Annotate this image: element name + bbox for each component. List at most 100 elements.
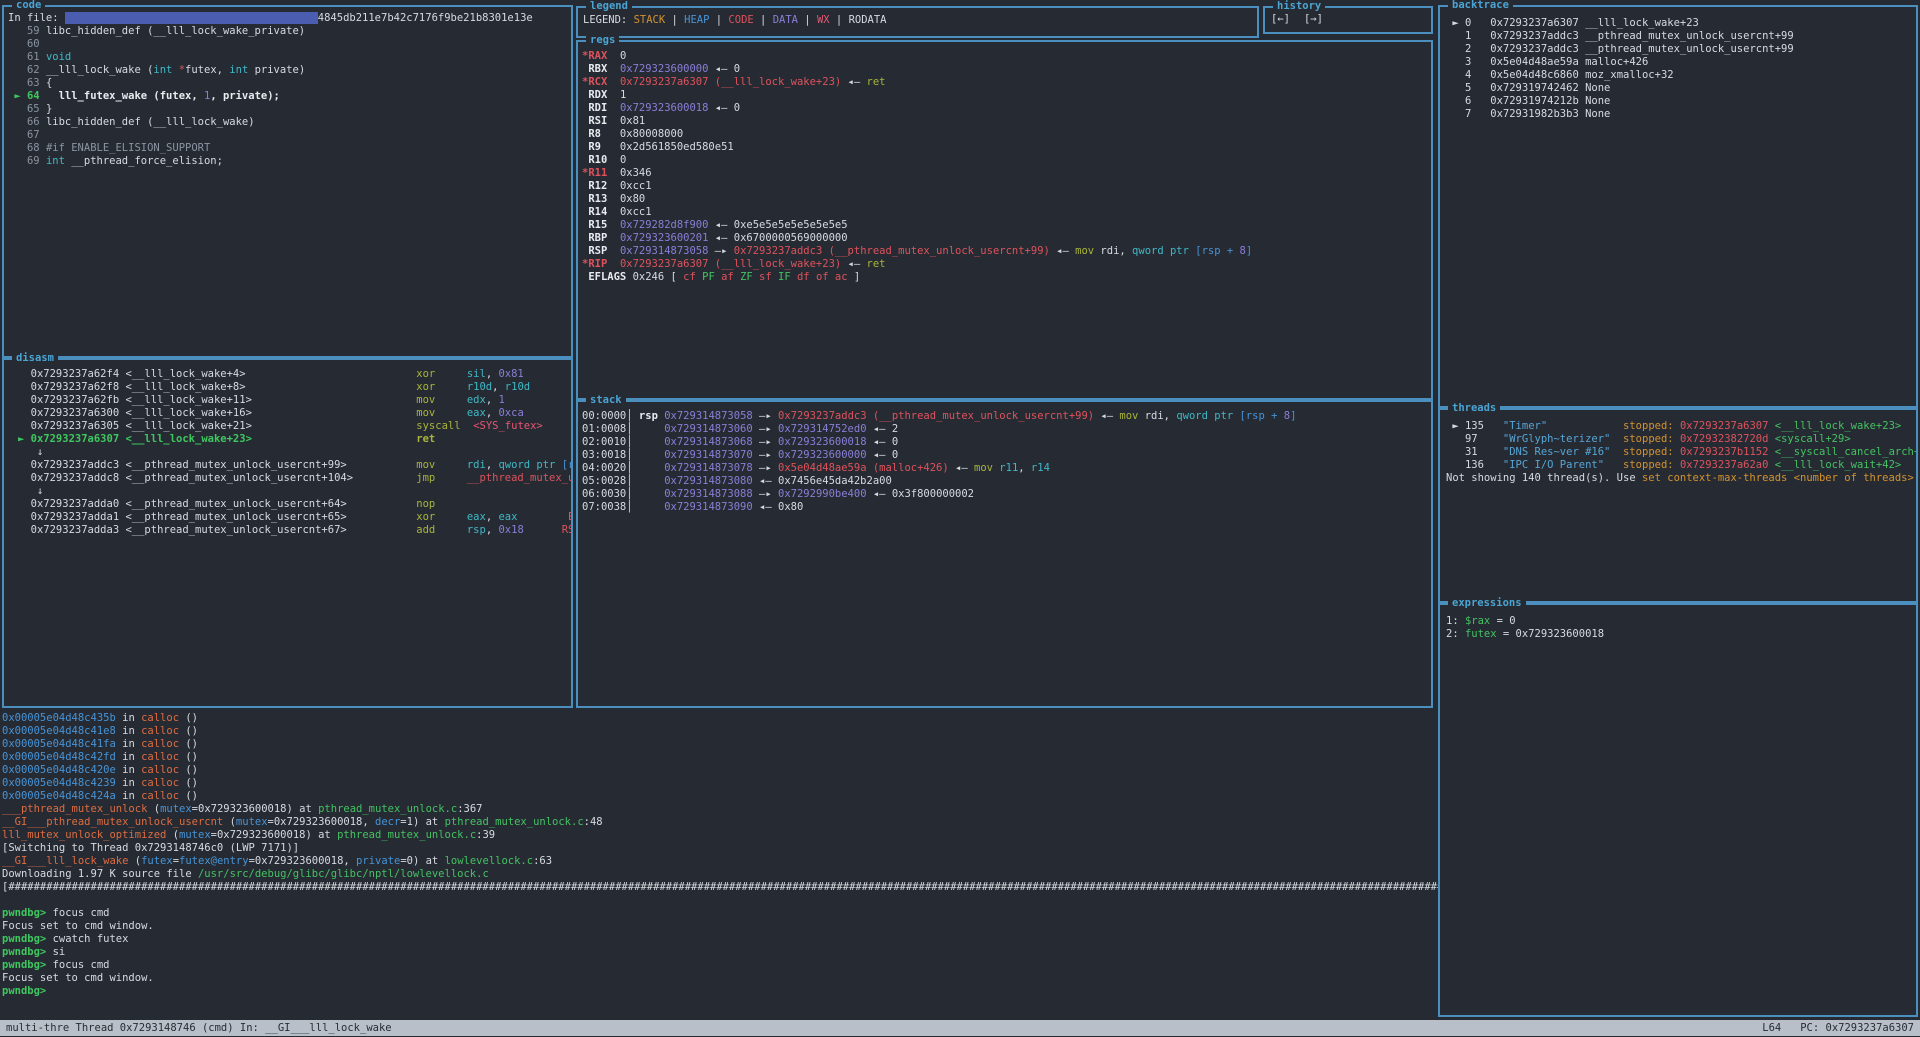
history-back-button[interactable]: [←]: [1271, 13, 1290, 26]
terminal-line: 0x7293237addc3 <__pthread_mutex_unlock_u…: [18, 459, 571, 472]
terminal-line: [Switching to Thread 0x7293148746c0 (LWP…: [2, 842, 1438, 855]
terminal-line: 06:0030│ 0x729314873088 —▸ 0x7292990be40…: [582, 488, 1431, 501]
status-bar-left: multi-thre Thread 0x7293148746 (cmd) In:…: [6, 1020, 392, 1036]
terminal-line: 0x7293237adda3 <__pthread_mutex_unlock_u…: [18, 524, 571, 537]
terminal-line: 65 }: [8, 103, 571, 116]
terminal-line: __GI___pthread_mutex_unlock_usercnt (mut…: [2, 816, 1438, 829]
terminal-line: *RIP 0x7293237a6307 (__lll_lock_wake+23)…: [582, 258, 1431, 271]
terminal-line: *RCX 0x7293237a6307 (__lll_lock_wake+23)…: [582, 76, 1431, 89]
terminal-line: ___pthread_mutex_unlock (mutex=0x7293236…: [2, 803, 1438, 816]
history-panel-title: history: [1273, 0, 1325, 13]
stack-panel: stack 00:0000│ rsp 0x729314873058 —▸ 0x7…: [576, 400, 1433, 708]
terminal-line: 68 #if ENABLE_ELISION_SUPPORT: [8, 142, 571, 155]
terminal-line: R9 0x2d561850ed580e51: [582, 141, 1431, 154]
pwndbg-terminal: code In file: 4845db211e7b42c7176f9be21b…: [0, 0, 1920, 1037]
terminal-line: R8 0x80008000: [582, 128, 1431, 141]
terminal-line: 3 0x5e04d48ae59a malloc+426: [1446, 56, 1916, 69]
terminal-line: 0x00005e04d48c42fd in calloc (): [2, 751, 1438, 764]
threads-panel: threads ► 135 "Timer" stopped: 0x7293237…: [1438, 408, 1918, 603]
terminal-line: 2 0x7293237addc3 __pthread_mutex_unlock_…: [1446, 43, 1916, 56]
disassembly-listing: 0x7293237a62f4 <__lll_lock_wake+4> xor s…: [4, 360, 571, 706]
terminal-line: 0x7293237a6305 <__lll_lock_wake+21> sysc…: [18, 420, 571, 433]
terminal-line: 0x00005e04d48c41e8 in calloc (): [2, 725, 1438, 738]
terminal-line: 0x00005e04d48c424a in calloc (): [2, 790, 1438, 803]
terminal-line: 0x00005e04d48c420e in calloc (): [2, 764, 1438, 777]
terminal-line: pwndbg> focus cmd: [2, 959, 1438, 972]
terminal-line: Focus set to cmd window.: [2, 972, 1438, 985]
status-bar-right: L64 PC: 0x7293237a6307: [1762, 1020, 1914, 1036]
terminal-line: R12 0xcc1: [582, 180, 1431, 193]
terminal-line: 97 "WrGlyph~terizer" stopped: 0x72932382…: [1446, 433, 1876, 446]
terminal-line: R14 0xcc1: [582, 206, 1431, 219]
terminal-line: RBP 0x729323600201 ◂— 0x6700000569000000: [582, 232, 1431, 245]
registers-panel: regs *RAX 0 RBX 0x729323600000 ◂— 0*RCX …: [576, 40, 1433, 400]
terminal-line: 62 __lll_lock_wake (int *futex, int priv…: [8, 64, 571, 77]
terminal-line: 0x7293237a62f4 <__lll_lock_wake+4> xor s…: [18, 368, 571, 381]
command-console[interactable]: 0x00005e04d48c435b in calloc ()0x00005e0…: [2, 712, 1438, 1018]
terminal-line: RDI 0x729323600018 ◂— 0: [582, 102, 1431, 115]
terminal-line: 67: [8, 129, 571, 142]
disasm-panel: disasm 0x7293237a62f4 <__lll_lock_wake+4…: [2, 358, 573, 708]
terminal-line: 00:0000│ rsp 0x729314873058 —▸ 0x7293237…: [582, 410, 1431, 423]
terminal-line: 5 0x729319742462 None: [1446, 82, 1916, 95]
terminal-line: 07:0038│ 0x729314873090 ◂— 0x80: [582, 501, 1431, 514]
terminal-line: lll_mutex_unlock_optimized (mutex=0x7293…: [2, 829, 1438, 842]
source-code-listing: In file: 4845db211e7b42c7176f9be21b8301e…: [4, 7, 571, 356]
terminal-line: 66 libc_hidden_def (__lll_lock_wake): [8, 116, 571, 129]
terminal-line: *RAX 0: [582, 50, 1431, 63]
terminal-line: 31 "DNS Res~ver #16" stopped: 0x7293237b…: [1446, 446, 1876, 459]
terminal-line: 0x00005e04d48c41fa in calloc (): [2, 738, 1438, 751]
terminal-line: 1: $rax = 0: [1446, 615, 1916, 628]
backtrace-listing: ► 0 0x7293237a6307 __lll_lock_wake+23 1 …: [1440, 7, 1916, 406]
terminal-line: 0x00005e04d48c4239 in calloc (): [2, 777, 1438, 790]
terminal-line: 6 0x72931974212b None: [1446, 95, 1916, 108]
terminal-line: 05:0028│ 0x729314873080 ◂— 0x7456e45da42…: [582, 475, 1431, 488]
legend-panel: legend LEGEND: STACK | HEAP | CODE | DAT…: [576, 6, 1259, 38]
code-panel: code In file: 4845db211e7b42c7176f9be21b…: [2, 5, 573, 358]
history-forward-button[interactable]: [→]: [1304, 13, 1323, 26]
terminal-line: 0x7293237adda0 <__pthread_mutex_unlock_u…: [18, 498, 571, 511]
terminal-line: RSI 0x81: [582, 115, 1431, 128]
terminal-line: 4 0x5e04d48c6860 moz_xmalloc+32: [1446, 69, 1916, 82]
terminal-line: 136 "IPC I/O Parent" stopped: 0x7293237a…: [1446, 459, 1876, 472]
terminal-line: 7 0x72931982b3b3 None: [1446, 108, 1916, 121]
terminal-line: 61 void: [8, 51, 571, 64]
terminal-line: pwndbg> cwatch futex: [2, 933, 1438, 946]
terminal-line: pwndbg> focus cmd: [2, 907, 1438, 920]
terminal-line: 0x7293237adda1 <__pthread_mutex_unlock_u…: [18, 511, 571, 524]
memory-legend: LEGEND: STACK | HEAP | CODE | DATA | WX …: [578, 8, 1257, 36]
terminal-line: 60: [8, 38, 571, 51]
terminal-line: R10 0: [582, 154, 1431, 167]
terminal-line: Not showing 140 thread(s). Use set conte…: [1446, 472, 1876, 485]
backtrace-panel: backtrace ► 0 0x7293237a6307 __lll_lock_…: [1438, 5, 1918, 408]
terminal-line: 0x7293237a62f8 <__lll_lock_wake+8> xor r…: [18, 381, 571, 394]
stack-listing: 00:0000│ rsp 0x729314873058 —▸ 0x7293237…: [578, 402, 1431, 706]
terminal-line: [2, 894, 1438, 907]
terminal-line: 59 libc_hidden_def (__lll_lock_wake_priv…: [8, 25, 571, 38]
terminal-line: EFLAGS 0x246 [ cf PF af ZF sf IF df of a…: [582, 271, 1431, 284]
terminal-line: Downloading 1.97 K source file /usr/src/…: [2, 868, 1438, 881]
terminal-line: ► 0 0x7293237a6307 __lll_lock_wake+23: [1446, 17, 1916, 30]
terminal-line: 63 {: [8, 77, 571, 90]
terminal-line: pwndbg>: [2, 985, 1438, 998]
terminal-line: LEGEND: STACK | HEAP | CODE | DATA | WX …: [583, 14, 1257, 27]
status-bar: multi-thre Thread 0x7293148746 (cmd) In:…: [0, 1020, 1920, 1036]
history-panel: history [←] [→]: [1263, 6, 1433, 34]
terminal-line: Focus set to cmd window.: [2, 920, 1438, 933]
terminal-line: In file: 4845db211e7b42c7176f9be21b8301e…: [8, 12, 571, 25]
terminal-line: ► 0x7293237a6307 <__lll_lock_wake+23> re…: [18, 433, 571, 446]
terminal-line: 02:0010│ 0x729314873068 —▸ 0x72932360001…: [582, 436, 1431, 449]
terminal-line: 1 0x7293237addc3 __pthread_mutex_unlock_…: [1446, 30, 1916, 43]
terminal-line: R13 0x80: [582, 193, 1431, 206]
terminal-line: [#######################################…: [2, 881, 1438, 894]
terminal-line: 0x7293237a62fb <__lll_lock_wake+11> mov …: [18, 394, 571, 407]
terminal-line: R15 0x729282d8f900 ◂— 0xe5e5e5e5e5e5e5e5: [582, 219, 1431, 232]
terminal-line: 0x7293237addc8 <__pthread_mutex_unlock_u…: [18, 472, 571, 485]
terminal-line: 69 int __pthread_force_elision;: [8, 155, 571, 168]
terminal-line: *R11 0x346: [582, 167, 1431, 180]
expressions-panel: expressions 1: $rax = 02: futex = 0x7293…: [1438, 603, 1918, 1017]
terminal-line: 2: futex = 0x729323600018: [1446, 628, 1916, 641]
expressions-listing: 1: $rax = 02: futex = 0x729323600018: [1440, 605, 1916, 1015]
terminal-line: ↓: [18, 485, 571, 498]
terminal-line: ↓: [18, 446, 571, 459]
